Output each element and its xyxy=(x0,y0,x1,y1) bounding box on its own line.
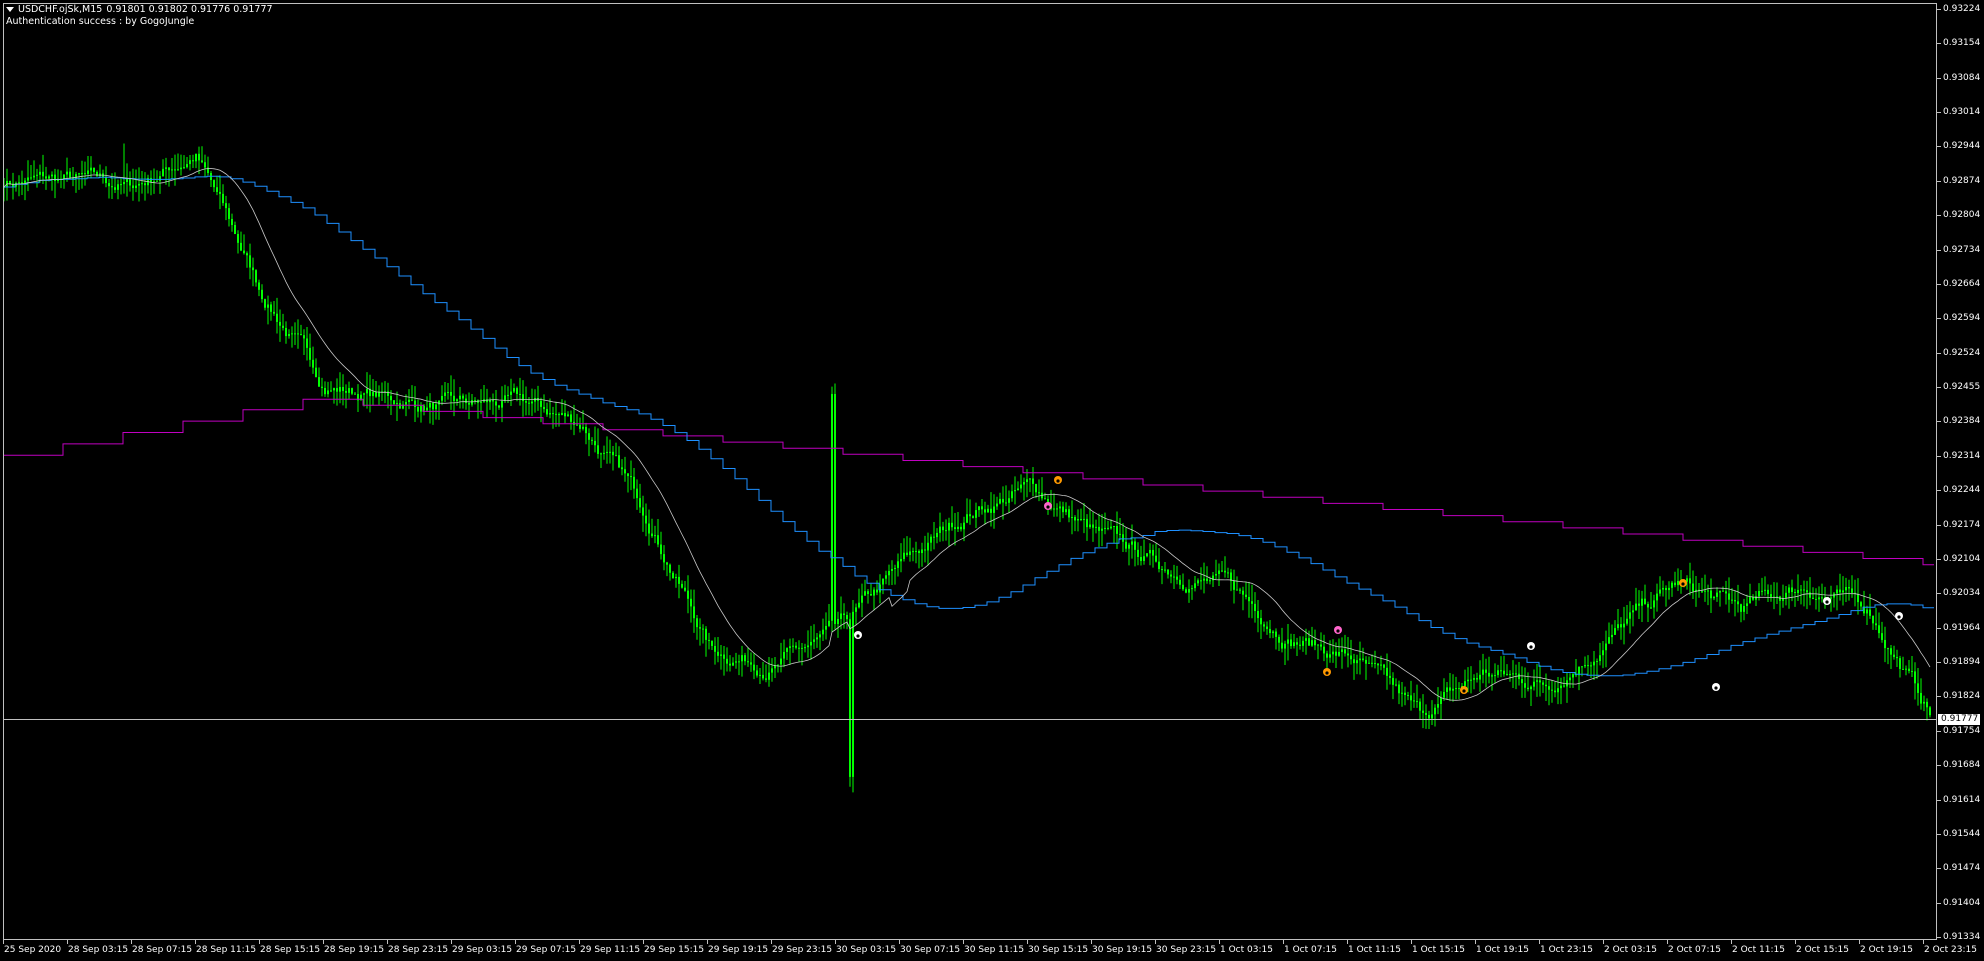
price-label: 0.91474 xyxy=(1943,863,1981,874)
time-label: 2 Oct 03:15 xyxy=(1604,945,1657,955)
time-label: 28 Sep 19:15 xyxy=(324,945,385,955)
time-label: 30 Sep 19:15 xyxy=(1092,945,1153,955)
price-tick xyxy=(1937,937,1941,938)
time-label: 28 Sep 07:15 xyxy=(132,945,193,955)
price-tick xyxy=(1937,455,1941,457)
time-label: 29 Sep 23:15 xyxy=(772,945,833,955)
price-label: 0.91334 xyxy=(1943,932,1981,942)
price-tick xyxy=(1937,352,1941,354)
price-tick xyxy=(1937,283,1941,285)
price-tick xyxy=(1937,387,1941,389)
time-label: 1 Oct 19:15 xyxy=(1476,945,1529,955)
time-label: 30 Sep 03:15 xyxy=(836,945,897,955)
time-label: 28 Sep 15:15 xyxy=(260,945,321,955)
time-label: 1 Oct 11:15 xyxy=(1348,945,1401,955)
price-label: 0.92734 xyxy=(1943,244,1981,255)
price-label: 0.91404 xyxy=(1943,897,1981,908)
time-label: 28 Sep 23:15 xyxy=(388,945,449,955)
price-tick xyxy=(1937,730,1941,732)
price-tick xyxy=(1937,799,1941,801)
price-tick xyxy=(1937,558,1941,560)
price-tick xyxy=(1937,593,1941,595)
time-label: 25 Sep 2020 xyxy=(4,945,62,955)
time-label: 2 Oct 23:15 xyxy=(1924,945,1977,955)
price-tick xyxy=(1937,627,1941,629)
time-label: 2 Oct 07:15 xyxy=(1668,945,1721,955)
price-label: 0.91894 xyxy=(1943,657,1981,668)
price-label: 0.92034 xyxy=(1943,588,1981,599)
price-label: 0.92594 xyxy=(1943,313,1981,324)
price-label: 0.92524 xyxy=(1943,347,1981,358)
price-tick xyxy=(1937,524,1941,526)
chart-header: USDCHF.ojSk,M15 0.91801 0.91802 0.91776 0… xyxy=(6,4,277,28)
price-tick xyxy=(1937,902,1941,904)
price-tick xyxy=(1937,696,1941,698)
price-label: 0.91754 xyxy=(1943,725,1981,736)
time-label: 29 Sep 11:15 xyxy=(580,945,641,955)
time-label: 29 Sep 07:15 xyxy=(516,945,577,955)
price-label: 0.92944 xyxy=(1943,141,1981,152)
time-label: 30 Sep 07:15 xyxy=(900,945,961,955)
price-tick xyxy=(1937,146,1941,148)
time-label: 1 Oct 23:15 xyxy=(1540,945,1593,955)
time-label: 29 Sep 03:15 xyxy=(452,945,513,955)
price-label: 0.92874 xyxy=(1943,175,1981,186)
price-tick xyxy=(1937,215,1941,217)
symbol-label: USDCHF.ojSk,M15 xyxy=(18,4,103,15)
price-tick xyxy=(1937,490,1941,492)
price-tick xyxy=(1937,833,1941,835)
price-label: 0.92664 xyxy=(1943,278,1981,289)
ohlc-values: 0.91801 0.91802 0.91776 0.91777 xyxy=(106,4,273,15)
price-tick xyxy=(1937,43,1941,45)
price-tick xyxy=(1937,77,1941,79)
price-tick xyxy=(1937,249,1941,251)
time-label: 30 Sep 11:15 xyxy=(964,945,1025,955)
time-label: 29 Sep 19:15 xyxy=(708,945,769,955)
price-label: 0.92384 xyxy=(1943,416,1981,427)
price-label: 0.91964 xyxy=(1943,622,1981,633)
time-label: 1 Oct 15:15 xyxy=(1412,945,1465,955)
price-label: 0.93224 xyxy=(1943,4,1981,14)
chart-window[interactable]: USDCHF.ojSk,M15 0.91801 0.91802 0.91776 0… xyxy=(0,0,1984,961)
time-label: 29 Sep 15:15 xyxy=(644,945,705,955)
price-label: 0.93014 xyxy=(1943,107,1981,118)
time-label: 2 Oct 11:15 xyxy=(1732,945,1785,955)
price-tick xyxy=(1937,765,1941,767)
time-label: 28 Sep 03:15 xyxy=(68,945,129,955)
price-tick xyxy=(1937,421,1941,423)
time-label: 1 Oct 07:15 xyxy=(1284,945,1337,955)
current-bid-label: 0.91777 xyxy=(1938,714,1980,726)
price-label: 0.92104 xyxy=(1943,553,1981,564)
auth-status-text: Authentication success : by GogoJungle xyxy=(6,16,195,27)
price-label: 0.91824 xyxy=(1943,691,1981,702)
price-tick xyxy=(1937,112,1941,114)
price-label: 0.92314 xyxy=(1943,450,1981,461)
price-tick xyxy=(1937,318,1941,320)
price-tick xyxy=(1937,868,1941,870)
price-tick xyxy=(1937,180,1941,182)
time-label: 2 Oct 15:15 xyxy=(1796,945,1849,955)
price-tick xyxy=(1937,662,1941,664)
time-label: 30 Sep 23:15 xyxy=(1156,945,1217,955)
collapse-triangle-icon[interactable] xyxy=(6,7,14,12)
price-label: 0.93084 xyxy=(1943,72,1981,83)
price-label: 0.92804 xyxy=(1943,210,1981,221)
time-label: 30 Sep 15:15 xyxy=(1028,945,1089,955)
price-label: 0.93154 xyxy=(1943,38,1981,49)
plot-frame xyxy=(3,3,1937,940)
price-label: 0.91614 xyxy=(1943,794,1981,805)
time-label: 2 Oct 19:15 xyxy=(1860,945,1913,955)
price-label: 0.92455 xyxy=(1943,382,1981,393)
time-label: 28 Sep 11:15 xyxy=(196,945,257,955)
price-label: 0.91684 xyxy=(1943,760,1981,771)
time-label: 1 Oct 03:15 xyxy=(1220,945,1273,955)
price-label: 0.92244 xyxy=(1943,485,1981,496)
price-label: 0.92174 xyxy=(1943,519,1981,530)
price-label: 0.91544 xyxy=(1943,828,1981,839)
price-tick xyxy=(1937,9,1941,10)
